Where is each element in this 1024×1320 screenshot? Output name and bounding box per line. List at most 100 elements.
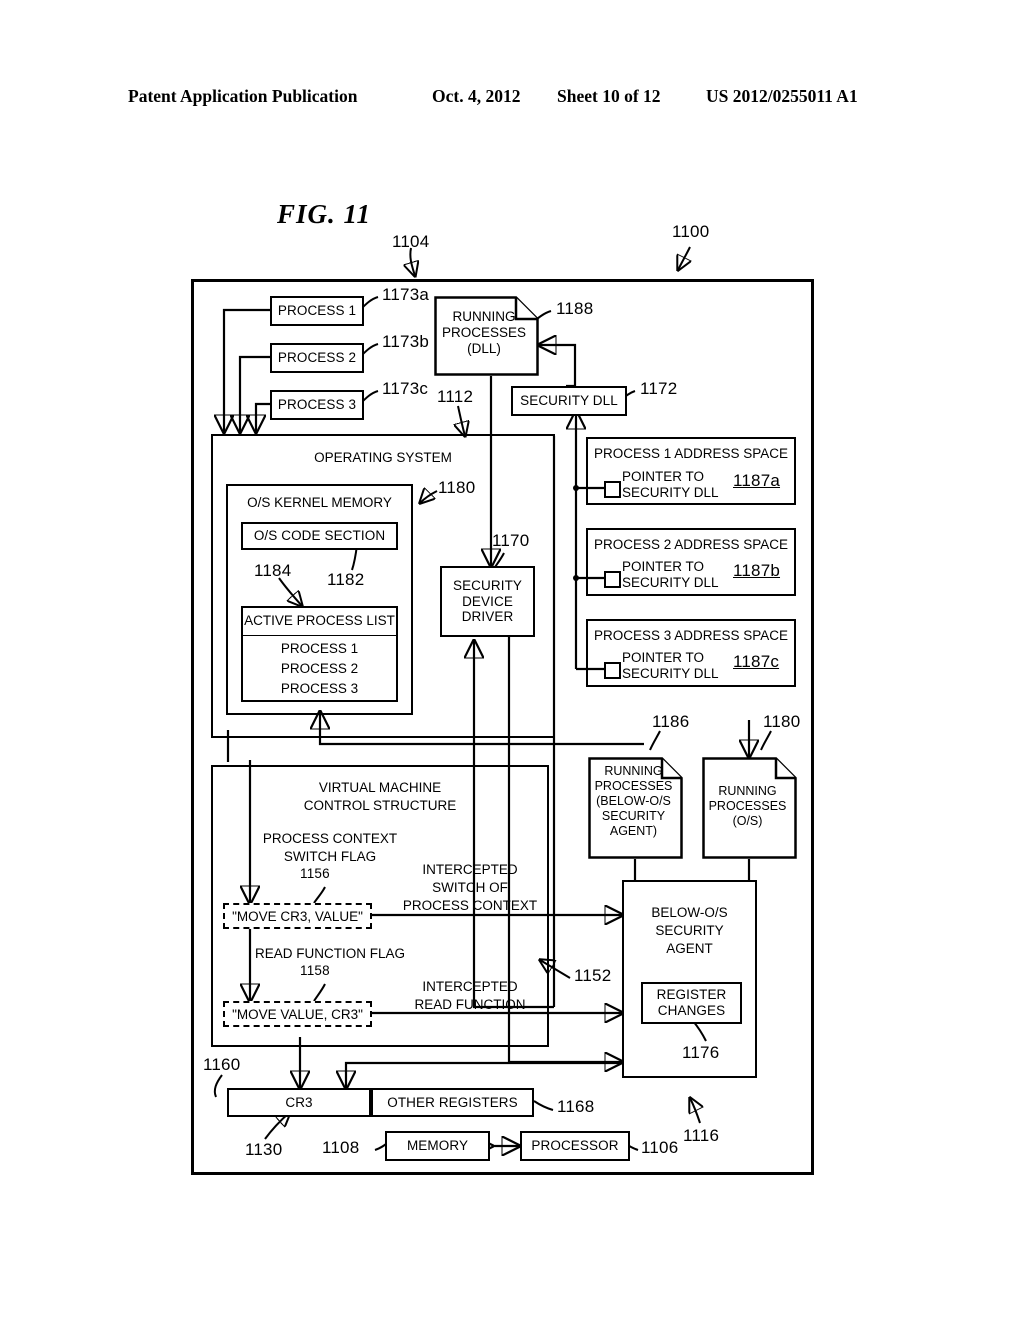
ref-1116: 1116: [683, 1126, 720, 1145]
running-processes-os-box: RUNNING PROCESSES (O/S): [702, 757, 797, 859]
ref-1187b: 1187b: [733, 561, 781, 580]
below-os-agent-line1: BELOW-O/S: [651, 905, 728, 920]
ref-1180-os: 1180: [763, 712, 801, 731]
pointer-square-1: [604, 481, 621, 498]
below-os-agent-line3: AGENT: [666, 941, 713, 956]
header-patent-number: US 2012/0255011 A1: [706, 86, 858, 106]
security-device-driver-line3: DRIVER: [461, 609, 514, 625]
ref-1173b: 1173b: [382, 332, 430, 351]
ref-1170: 1170: [492, 531, 530, 550]
other-registers-box: OTHER REGISTERS: [371, 1088, 534, 1117]
active-process-list-item-1: PROCESS 1: [280, 641, 359, 656]
ref-1108: 1108: [322, 1138, 360, 1157]
process-2-label: PROCESS 2: [277, 350, 357, 366]
rp-below-line4: SECURITY: [601, 809, 666, 823]
ref-1112: 1112: [437, 387, 474, 406]
processor-box: PROCESSOR: [520, 1131, 630, 1161]
intercepted-switch-line3: PROCESS CONTEXT: [402, 898, 538, 913]
process-3-address-space-label: PROCESS 3 ADDRESS SPACE: [593, 628, 789, 643]
os-code-section-box: O/S CODE SECTION: [241, 522, 398, 550]
move-cr3-value-label: "MOVE CR3, VALUE": [232, 908, 363, 924]
intercepted-read-line1: INTERCEPTED: [422, 979, 518, 994]
intercepted-switch-line1: INTERCEPTED: [422, 862, 518, 877]
processor-label: PROCESSOR: [531, 1138, 619, 1154]
header-publication: Patent Application Publication: [128, 86, 358, 106]
security-dll-label: SECURITY DLL: [520, 393, 618, 409]
active-process-list-item-3: PROCESS 3: [280, 681, 359, 696]
pointer-2-line1: POINTER TO: [622, 559, 705, 574]
active-process-list-item-2: PROCESS 2: [280, 661, 359, 676]
ref-1158: 1158: [300, 963, 330, 978]
pointer-square-3: [604, 662, 621, 679]
rp-below-line1: RUNNING: [604, 764, 663, 778]
cr3-register-box: CR3: [227, 1088, 371, 1117]
ref-1168: 1168: [557, 1097, 595, 1116]
security-device-driver-box: SECURITY DEVICE DRIVER: [440, 566, 535, 637]
below-os-agent-line2: SECURITY: [655, 923, 724, 938]
rp-below-line3: (BELOW-O/S: [596, 794, 671, 808]
ref-1100: 1100: [672, 222, 710, 241]
ref-1173c: 1173c: [382, 379, 429, 398]
intercepted-switch-line2: SWITCH OF: [432, 880, 508, 895]
ref-1180-kernel: 1180: [438, 478, 476, 497]
memory-label: MEMORY: [406, 1138, 469, 1154]
ref-1187c: 1187c: [733, 652, 780, 671]
pointer-1-line2: SECURITY DLL: [622, 484, 719, 500]
rp-below-line2: PROCESSES: [594, 779, 673, 793]
rp-os-line2: PROCESSES: [708, 799, 787, 813]
ref-1184: 1184: [254, 561, 292, 580]
running-processes-dll-line3: (DLL): [467, 340, 501, 356]
pointer-1-line1: POINTER TO: [622, 469, 705, 484]
ref-1156: 1156: [300, 866, 330, 881]
ref-1186: 1186: [652, 712, 690, 731]
pointer-3-line1: POINTER TO: [622, 650, 705, 665]
rp-os-line1: RUNNING: [718, 784, 777, 798]
process-2-address-space-label: PROCESS 2 ADDRESS SPACE: [593, 537, 789, 552]
move-value-cr3-box: "MOVE VALUE, CR3": [223, 1001, 372, 1027]
cr3-label: CR3: [285, 1094, 313, 1110]
running-processes-dll-line2: PROCESSES: [441, 324, 527, 340]
read-function-flag-label: READ FUNCTION FLAG: [254, 946, 405, 961]
process-2-box: PROCESS 2: [270, 343, 364, 373]
pointer-square-2: [604, 571, 621, 588]
patent-figure-page: Patent Application Publication Oct. 4, 2…: [0, 0, 1024, 1320]
ref-1188: 1188: [556, 299, 594, 318]
security-dll-box: SECURITY DLL: [511, 386, 627, 416]
figure-title: FIG. 11: [277, 199, 372, 229]
header-date: Oct. 4, 2012: [432, 86, 521, 106]
ref-1104: 1104: [392, 232, 430, 251]
vmcs-line1: VIRTUAL MACHINE: [318, 780, 442, 795]
ref-1106: 1106: [641, 1138, 679, 1157]
process-1-address-space-label: PROCESS 1 ADDRESS SPACE: [593, 446, 789, 461]
ref-1160: 1160: [203, 1055, 241, 1074]
running-processes-below-os-box: RUNNING PROCESSES (BELOW-O/S SECURITY AG…: [588, 757, 683, 859]
rp-os-line3: (O/S): [732, 814, 763, 828]
register-changes-line1: REGISTER: [656, 987, 727, 1003]
vmcs-line2: CONTROL STRUCTURE: [303, 798, 457, 813]
ref-1172: 1172: [640, 379, 678, 398]
os-kernel-memory-label: O/S KERNEL MEMORY: [247, 495, 392, 510]
ref-1176: 1176: [682, 1043, 720, 1062]
memory-box: MEMORY: [385, 1131, 490, 1161]
move-value-cr3-label: "MOVE VALUE, CR3": [232, 1006, 363, 1022]
active-process-list-label: ACTIVE PROCESS LIST: [244, 613, 395, 628]
ref-1130: 1130: [245, 1140, 283, 1159]
process-context-switch-flag-line1: PROCESS CONTEXT: [262, 831, 398, 846]
ref-1187a: 1187a: [733, 471, 781, 490]
intercepted-read-line2: READ FUNCTION: [414, 997, 526, 1012]
ref-1152: 1152: [574, 966, 612, 985]
pointer-2-line2: SECURITY DLL: [622, 574, 719, 590]
process-1-label: PROCESS 1: [277, 303, 357, 319]
security-device-driver-line1: SECURITY: [452, 578, 523, 594]
process-1-box: PROCESS 1: [270, 296, 364, 326]
other-registers-label: OTHER REGISTERS: [387, 1094, 518, 1110]
running-processes-dll-line1: RUNNING: [452, 309, 516, 324]
header-sheet: Sheet 10 of 12: [557, 86, 661, 106]
ref-1182: 1182: [327, 570, 365, 589]
os-code-section-label: O/S CODE SECTION: [253, 528, 386, 544]
process-3-box: PROCESS 3: [270, 390, 364, 420]
pointer-3-line2: SECURITY DLL: [622, 665, 719, 681]
register-changes-box: REGISTER CHANGES: [641, 982, 742, 1024]
move-cr3-value-box: "MOVE CR3, VALUE": [223, 903, 372, 929]
register-changes-line2: CHANGES: [657, 1003, 726, 1018]
